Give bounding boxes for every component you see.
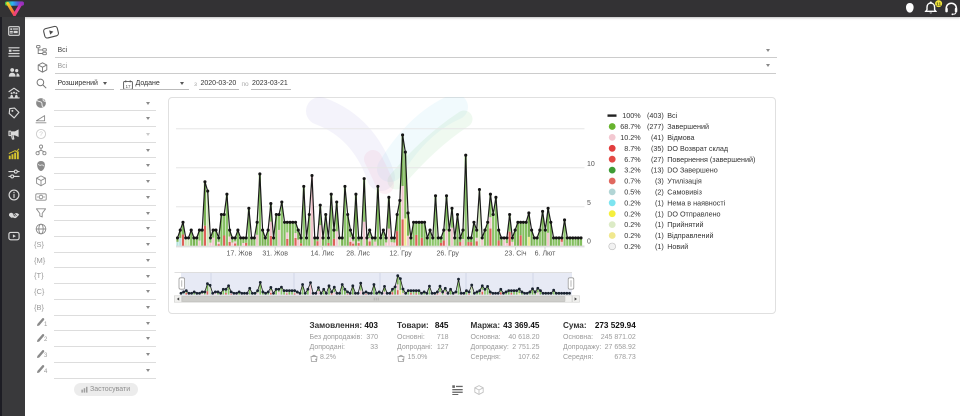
svg-text:Нема в наявності: Нема в наявності: [667, 198, 725, 207]
svg-text:31. Жов: 31. Жов: [262, 251, 288, 258]
svg-text:5: 5: [587, 200, 591, 207]
svg-text:(1): (1): [655, 231, 664, 240]
svg-text:0.2%: 0.2%: [624, 198, 641, 207]
svg-text:?: ?: [39, 131, 43, 138]
svg-text:Прийнятий: Прийнятий: [667, 220, 703, 229]
svg-text:DO Завершено: DO Завершено: [667, 166, 718, 175]
svg-text:0.2%: 0.2%: [624, 220, 641, 229]
svg-text:(403): (403): [647, 111, 664, 120]
svg-text:14. Лис: 14. Лис: [310, 251, 334, 258]
svg-text:12. Гру: 12. Гру: [389, 251, 412, 258]
svg-text:100%: 100%: [622, 111, 641, 120]
svg-text:23. Січ: 23. Січ: [505, 250, 527, 258]
svg-text:Повернення (завершений): Повернення (завершений): [667, 155, 755, 164]
svg-text:Новий: Новий: [667, 242, 688, 251]
svg-text:Відмова: Відмова: [667, 133, 694, 142]
svg-text:DO Возврат склад: DO Возврат склад: [667, 144, 729, 153]
svg-text:8.7%: 8.7%: [624, 144, 641, 153]
svg-text:Всі: Всі: [667, 111, 677, 120]
svg-text:(35): (35): [651, 144, 664, 153]
svg-text:0.7%: 0.7%: [624, 177, 641, 186]
svg-text:(13): (13): [651, 166, 664, 175]
svg-text:(1): (1): [655, 220, 664, 229]
svg-text:10: 10: [587, 161, 595, 168]
svg-text:3.2%: 3.2%: [624, 166, 641, 175]
svg-text:(27): (27): [651, 155, 664, 164]
svg-text:(1): (1): [655, 242, 664, 251]
svg-text:17. Жов: 17. Жов: [227, 251, 253, 258]
svg-text:DO Отправлено: DO Отправлено: [667, 209, 720, 218]
svg-text:6.7%: 6.7%: [624, 155, 641, 164]
svg-text:0.2%: 0.2%: [624, 242, 641, 251]
svg-text:0.2%: 0.2%: [624, 231, 641, 240]
svg-text:(41): (41): [651, 133, 664, 142]
svg-text:Самовивіз: Самовивіз: [667, 188, 702, 197]
svg-text:68.7%: 68.7%: [620, 122, 641, 131]
svg-text:10.2%: 10.2%: [620, 133, 641, 142]
svg-text:Утилізація: Утилізація: [667, 177, 702, 186]
svg-text:0: 0: [587, 239, 591, 246]
svg-text:26. Гру: 26. Гру: [437, 251, 460, 258]
svg-text:11: 11: [936, 1, 941, 6]
svg-text:(1): (1): [655, 198, 664, 207]
svg-text:0.5%: 0.5%: [624, 188, 641, 197]
svg-text:Відправлений: Відправлений: [667, 231, 713, 240]
svg-text:28. Лис: 28. Лис: [346, 251, 370, 258]
svg-text:(1): (1): [655, 209, 664, 218]
svg-text:(2): (2): [655, 188, 664, 197]
svg-text:0.2%: 0.2%: [624, 209, 641, 218]
svg-text:6. Лют: 6. Лют: [535, 251, 556, 258]
svg-text:(277): (277): [647, 122, 664, 131]
svg-text:Завершений: Завершений: [667, 122, 709, 131]
svg-text:(3): (3): [655, 177, 664, 186]
